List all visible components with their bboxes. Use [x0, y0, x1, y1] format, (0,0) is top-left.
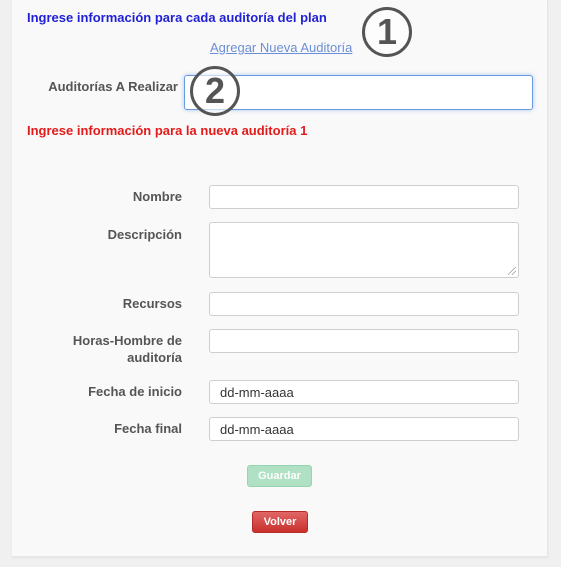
- hours-label-line2: auditoría: [127, 350, 182, 365]
- start-date-input[interactable]: dd-mm-aaaa: [209, 380, 519, 404]
- resize-grip-icon[interactable]: [508, 267, 516, 275]
- end-date-input[interactable]: dd-mm-aaaa: [209, 417, 519, 441]
- name-input[interactable]: [209, 185, 519, 209]
- new-audit-heading: Ingrese información para la nueva audito…: [27, 123, 308, 138]
- instructions-heading: Ingrese información para cada auditoría …: [27, 10, 327, 25]
- add-new-audit-link[interactable]: Agregar Nueva Auditoría: [210, 40, 352, 55]
- annotation-marker-2: 2: [190, 66, 240, 116]
- description-textarea[interactable]: [209, 222, 519, 278]
- hours-label: Horas-Hombre de auditoría: [52, 332, 182, 366]
- back-button[interactable]: Volver: [252, 511, 308, 533]
- hours-label-line1: Horas-Hombre de: [72, 333, 182, 348]
- annotation-marker-1: 1: [362, 7, 412, 57]
- start-date-label: Fecha de inicio: [88, 384, 182, 399]
- audit-plan-panel: Ingrese información para cada auditoría …: [12, 0, 548, 557]
- end-date-label: Fecha final: [114, 421, 182, 436]
- resources-input[interactable]: [209, 292, 519, 316]
- description-label: Descripción: [107, 227, 182, 242]
- audits-label: Auditorías A Realizar: [48, 79, 178, 94]
- save-button[interactable]: Guardar: [247, 465, 312, 487]
- resources-label: Recursos: [122, 296, 182, 311]
- hours-input[interactable]: [209, 329, 519, 353]
- name-label: Nombre: [132, 189, 182, 204]
